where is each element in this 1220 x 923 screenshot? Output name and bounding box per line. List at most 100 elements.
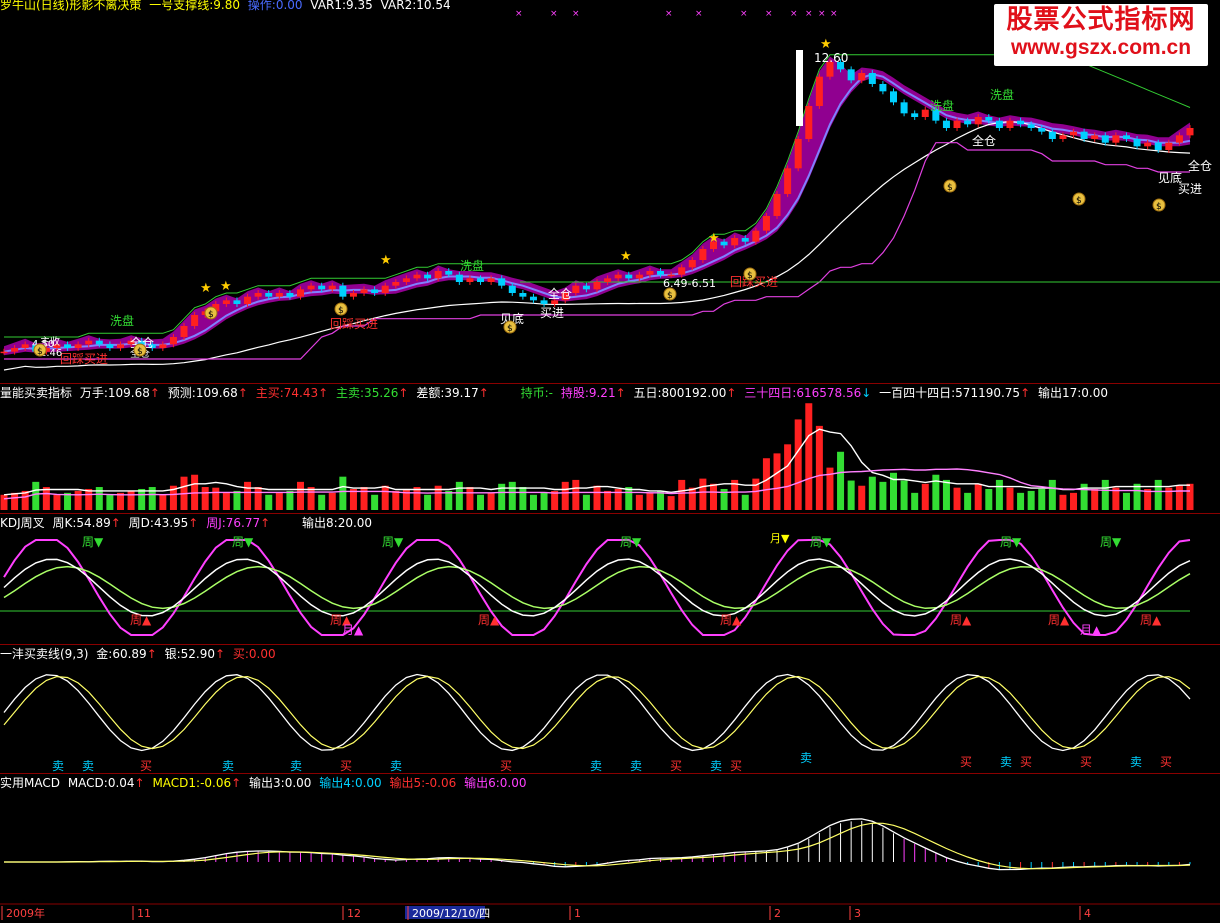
volume-bar [911,492,919,510]
volume-bar [212,487,220,510]
yifeng-gold-line [3,673,1191,752]
candle-body [942,120,950,128]
kdj-panel-header: KDJ周叉 周K:54.89↑ 周D:43.95↑ 周J:76.77↑ 输出8:… [0,516,373,530]
money-bag-glyph: $ [507,324,513,334]
candle-body [413,274,421,279]
volume-bar [53,494,61,510]
macd-o5: 输出5:-0.06 [389,776,457,790]
runner-icon: ★ [200,281,212,296]
candle-body [995,120,1003,128]
volume-bar [1144,488,1152,510]
kdj-week-up-mark: 周▲ [1140,613,1162,627]
vol-zhumai: 主买:74.43 [255,386,319,400]
volume-bar [233,490,241,510]
volume-panel-header: 量能买卖指标 万手:109.68↑ 预测:109.68↑ 主买:74.43↑ 主… [0,386,1108,400]
candle-body [360,289,368,293]
volume-bar [667,496,675,510]
volume-bar [1091,488,1099,510]
volume-bar [646,492,654,510]
volume-bar [413,487,421,510]
volume-bar [244,481,252,510]
volume-bar [0,494,8,510]
runner-icon: ★ [708,231,720,246]
signal-marker: × [805,9,813,19]
kdj-j: 周J:76.77 [206,516,261,530]
time-axis-label: 3 [854,907,861,920]
volume-bar [900,480,908,510]
volume-bar [1101,479,1109,510]
volume-bar [159,494,167,510]
kdj-week-up-mark: 周▲ [478,613,500,627]
candle-body [508,285,516,293]
yifeng-sell-mark: 卖 [290,759,302,773]
candle-body [1048,131,1056,139]
separator [0,383,1220,384]
volume-bar [784,444,792,510]
signal-marker: × [665,9,673,19]
candle-body [741,238,749,242]
yf-buy: 买:0.00 [232,647,276,661]
volume-bar [254,487,262,510]
candle-body [85,340,93,345]
volume-bar [11,492,19,510]
yf-gold: 金:60.89 [96,647,147,661]
yifeng-buy-mark: 买 [670,759,682,773]
vol-yibai: 一百四十四日:571190.75 [879,386,1021,400]
volume-bar [106,494,114,510]
candle-body [498,278,506,286]
xipan-label: 洗盘 [110,313,134,328]
candle-body [625,274,633,279]
kdj-k: 周K:54.89 [52,516,111,530]
candle-body [318,285,326,290]
volume-bar [1059,494,1067,510]
candle-body [328,285,336,290]
volume-bar [381,485,389,510]
maijin-label: 买进 [540,306,564,320]
candle-body [921,109,929,117]
volume-bar [64,492,72,510]
volume-bar [604,490,612,510]
yifeng-buy-mark: 买 [340,759,352,773]
volume-bar [1017,492,1025,510]
candle-body [699,249,707,260]
huitie-label: 回踩买进 [330,317,378,331]
candle-body [1070,131,1078,136]
xipan-label: 洗盘 [930,98,954,113]
volume-bar [275,492,283,510]
candle-body [678,267,686,275]
macd-dea-line [4,822,1191,870]
candle-body [815,76,823,106]
xipan-label: 洗盘 [460,258,484,273]
volume-bar [487,492,495,510]
yifeng-sell-mark: 卖 [630,759,642,773]
candle-body [985,117,993,121]
volume-bar [1006,487,1014,510]
candle-body [974,117,982,125]
watermark-url: www.gszx.com.cn [1010,36,1192,59]
candle-body [964,120,972,125]
volume-bar [328,492,336,510]
volume-bar [360,487,368,510]
candle-body [0,351,8,354]
candle-body [466,278,474,282]
panel1-var2: VAR2:10.54 [380,0,451,12]
volume-bar [805,403,813,510]
volume-bar [424,494,432,510]
yifeng-panel-header: 一沣买卖线(9,3) 金:60.89↑ 银:52.90↑ 买:0.00 [0,647,276,661]
yifeng-buy-mark: 买 [140,759,152,773]
xipan-label: 洗盘 [990,87,1014,102]
macd-o6: 输出6:0.00 [464,776,527,790]
volume-bar [582,494,590,510]
panel1-title: 罗牛山(日线)形影不离决策 [0,0,142,12]
vol-chae: 差额:39.17 [416,386,479,400]
candle-body [106,344,114,348]
volume-bar [942,479,950,510]
volume-bar [540,492,548,510]
vol-wuri: 五日:800192.00 [633,386,727,400]
kdj-week-down-mark: 周▼ [1000,535,1022,549]
volume-bar [561,481,569,510]
volume-bar [1122,492,1130,510]
volume-bar [985,488,993,510]
candle-body [233,300,241,304]
candle-body [95,340,103,345]
